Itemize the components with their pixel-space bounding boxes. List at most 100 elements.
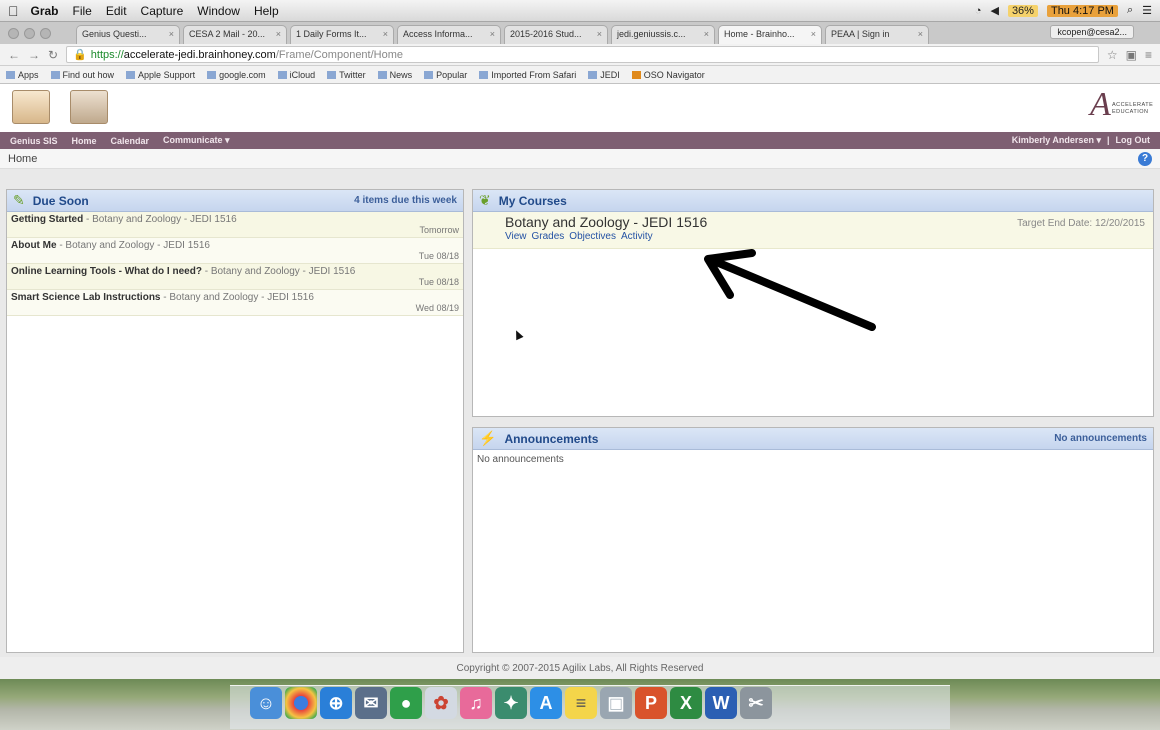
lms-nav-bar: Genius SIS Home Calendar Communicate ▾ K… <box>0 132 1160 149</box>
close-tab-icon[interactable]: × <box>383 29 388 41</box>
close-window-button[interactable] <box>8 28 19 39</box>
close-tab-icon[interactable]: × <box>490 29 495 41</box>
app-store-icon[interactable]: A <box>530 687 562 719</box>
menu-edit[interactable]: Edit <box>106 4 127 18</box>
browser-tab[interactable]: Genius Questi... × <box>76 25 180 44</box>
twitter-icon <box>327 71 337 80</box>
menu-file[interactable]: File <box>73 4 92 18</box>
chrome-icon[interactable] <box>285 687 317 719</box>
logout-link[interactable]: Log Out <box>1116 135 1151 146</box>
menu-clock[interactable]: Thu 4:17 PM <box>1046 4 1118 17</box>
due-count[interactable]: 4 items due this week <box>354 195 457 206</box>
forward-icon[interactable]: → <box>28 48 40 62</box>
course-row[interactable]: Botany and Zoology - JEDI 1516 View Grad… <box>473 212 1153 249</box>
chrome-menu-icon[interactable]: ≡ <box>1145 48 1152 62</box>
close-tab-icon[interactable]: × <box>811 29 816 41</box>
iphoto-icon[interactable]: ✦ <box>495 687 527 719</box>
bookmark-item[interactable]: iCloud <box>277 70 315 80</box>
nav-communicate[interactable]: Communicate ▾ <box>163 135 230 146</box>
back-icon[interactable]: ← <box>8 48 20 62</box>
minimize-window-button[interactable] <box>24 28 35 39</box>
bookmark-item[interactable]: News <box>377 70 412 80</box>
excel-icon[interactable]: X <box>670 687 702 719</box>
pencil-icon: ✎ <box>13 192 25 208</box>
volume-icon[interactable]: ◀ <box>990 4 998 17</box>
browser-tab[interactable]: CESA 2 Mail - 20... × <box>183 25 287 44</box>
due-item[interactable]: About Me - Botany and Zoology - JEDI 151… <box>7 238 463 264</box>
menu-capture[interactable]: Capture <box>141 4 184 18</box>
close-tab-icon[interactable]: × <box>704 29 709 41</box>
nav-home[interactable]: Home <box>72 136 97 146</box>
profile-button[interactable]: kcopen@cesa2... <box>1050 25 1134 39</box>
safari-icon[interactable]: ⊕ <box>320 687 352 719</box>
bookmark-item[interactable]: JEDI <box>588 70 620 80</box>
nav-genius-sis[interactable]: Genius SIS <box>10 136 58 146</box>
notes-icon[interactable]: ≡ <box>565 687 597 719</box>
browser-tab[interactable]: Access Informa... × <box>397 25 501 44</box>
folder-icon <box>588 71 598 80</box>
bookmark-item[interactable]: Popular <box>424 70 467 80</box>
extension-icon[interactable]: ▣ <box>1126 48 1137 62</box>
due-item-name[interactable]: About Me <box>11 240 57 251</box>
mail-icon[interactable]: ✉ <box>355 687 387 719</box>
due-item[interactable]: Getting Started - Botany and Zoology - J… <box>7 212 463 238</box>
nav-calendar[interactable]: Calendar <box>111 136 150 146</box>
lightning-icon: ⚡ <box>479 430 497 446</box>
bookmark-item[interactable]: Apple Support <box>126 70 195 80</box>
close-tab-icon[interactable]: × <box>169 29 174 41</box>
tab-label: 2015-2016 Stud... <box>510 29 582 39</box>
word-icon[interactable]: W <box>705 687 737 719</box>
due-item-name[interactable]: Online Learning Tools - What do I need? <box>11 266 202 277</box>
facetime-icon[interactable]: ● <box>390 687 422 719</box>
due-item[interactable]: Smart Science Lab Instructions - Botany … <box>7 290 463 316</box>
course-grades-link[interactable]: Grades <box>532 231 565 242</box>
preview-icon[interactable]: ▣ <box>600 687 632 719</box>
wifi-icon[interactable]: ◔ <box>975 5 982 17</box>
course-view-link[interactable]: View <box>505 231 527 242</box>
browser-tab-active[interactable]: Home - Brainho... × <box>718 25 822 44</box>
browser-tab[interactable]: 1 Daily Forms It... × <box>290 25 394 44</box>
reload-icon[interactable]: ↻ <box>48 48 58 62</box>
powerpoint-icon[interactable]: P <box>635 687 667 719</box>
bookmark-item[interactable]: Twitter <box>327 70 366 80</box>
finder-icon[interactable]: ☺ <box>250 687 282 719</box>
menu-window[interactable]: Window <box>197 4 240 18</box>
due-item[interactable]: Online Learning Tools - What do I need? … <box>7 264 463 290</box>
browser-tab-strip: Genius Questi... × CESA 2 Mail - 20... × 1… <box>0 22 1160 44</box>
bookmark-item[interactable]: Find out how <box>50 70 114 80</box>
menu-app-grab[interactable]: Grab <box>31 4 59 18</box>
itunes-icon[interactable]: ♫ <box>460 687 492 719</box>
bookmark-item[interactable]: Imported From Safari <box>479 70 576 80</box>
due-item-name[interactable]: Getting Started <box>11 214 83 225</box>
zoom-window-button[interactable] <box>40 28 51 39</box>
browser-tab[interactable]: jedi.geniussis.c... × <box>611 25 715 44</box>
menu-help[interactable]: Help <box>254 4 279 18</box>
bookmark-item[interactable]: google.com <box>207 70 266 80</box>
notification-center-icon[interactable]: ☰ <box>1142 4 1152 17</box>
close-tab-icon[interactable]: × <box>276 29 281 41</box>
browser-tab[interactable]: 2015-2016 Stud... × <box>504 25 608 44</box>
help-icon[interactable]: ? <box>1138 151 1152 166</box>
lms-header: A ACCELERATE EDUCATION <box>0 84 1160 132</box>
browser-tab[interactable]: PEAA | Sign in × <box>825 25 929 44</box>
close-tab-icon[interactable]: × <box>918 29 923 41</box>
tab-label: 1 Daily Forms It... <box>296 29 367 39</box>
course-objectives-link[interactable]: Objectives <box>569 231 616 242</box>
photos-icon[interactable]: ✿ <box>425 687 457 719</box>
battery-indicator[interactable]: 36% <box>1007 4 1038 17</box>
due-item-name[interactable]: Smart Science Lab Instructions <box>11 292 161 303</box>
school-logo-icon[interactable] <box>12 90 50 124</box>
grab-icon[interactable]: ✂ <box>740 687 772 719</box>
apple-menu-icon[interactable]:  <box>8 3 19 19</box>
url-input[interactable]: 🔒 https://accelerate-jedi.brainhoney.com… <box>66 46 1099 63</box>
google-icon <box>207 71 217 80</box>
user-menu[interactable]: Kimberly Andersen ▾ <box>1012 135 1101 146</box>
bookmark-item[interactable]: OSO Navigator <box>631 70 705 80</box>
announcements-title: Announcements <box>504 431 599 446</box>
close-tab-icon[interactable]: × <box>597 29 602 41</box>
course-activity-link[interactable]: Activity <box>621 231 653 242</box>
spotlight-icon[interactable]: ⌕ <box>1127 4 1133 17</box>
library-logo-icon[interactable] <box>70 90 108 124</box>
bookmark-item[interactable]: Apps <box>6 70 39 80</box>
bookmark-star-icon[interactable]: ☆ <box>1107 48 1118 62</box>
